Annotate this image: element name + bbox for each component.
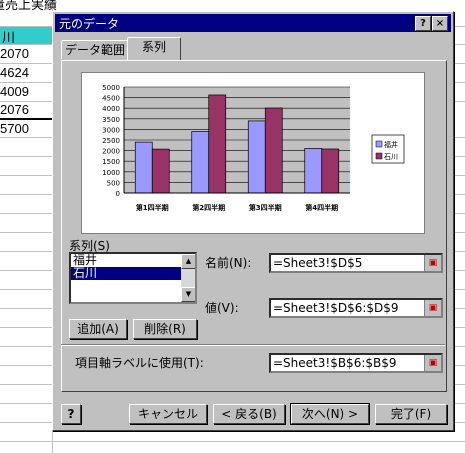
y-tick-label: 0 bbox=[116, 190, 120, 198]
next-button[interactable]: 次へ(N) > bbox=[290, 403, 370, 425]
sheet-title: 量売上実績 bbox=[0, 0, 58, 13]
y-tick-label: 500 bbox=[107, 179, 120, 187]
bar bbox=[134, 141, 153, 194]
separator bbox=[61, 344, 445, 346]
collapse-dialog-icon[interactable]: ▣ bbox=[424, 255, 441, 271]
series-item-ishikawa[interactable]: 石川 bbox=[71, 267, 195, 280]
sheet-cell[interactable]: 2076 bbox=[0, 102, 50, 117]
dialog-title: 元のデータ bbox=[59, 17, 120, 31]
y-tick-label: 2500 bbox=[102, 137, 120, 145]
y-tick-label: 1500 bbox=[102, 158, 120, 166]
cancel-button[interactable]: キャンセル bbox=[129, 404, 207, 424]
tab-series[interactable]: 系列 bbox=[127, 37, 181, 60]
help-icon[interactable]: ? bbox=[61, 404, 81, 424]
bar bbox=[191, 131, 210, 194]
source-data-dialog: 元のデータ ? × データ範囲 系列 0 500 1000 1500 2000 2500 3… bbox=[52, 11, 454, 431]
legend-label: 石川 bbox=[384, 153, 398, 161]
bar bbox=[208, 94, 227, 194]
legend-swatch bbox=[375, 152, 383, 160]
axis-label: 項目軸ラベルに使用(T): bbox=[75, 356, 204, 370]
y-tick-label: 4000 bbox=[102, 105, 120, 113]
scroll-down-icon[interactable]: ▼ bbox=[181, 287, 195, 302]
add-button[interactable]: 追加(A) bbox=[69, 319, 127, 339]
y-tick-label: 3000 bbox=[102, 126, 120, 134]
axis-field-value: =Sheet3!$B$6:$B$9 bbox=[273, 356, 397, 370]
sheet-cell[interactable]: 2070 bbox=[0, 46, 50, 61]
y-tick-label: 4500 bbox=[102, 95, 120, 103]
sheet-cell[interactable]: 4624 bbox=[0, 65, 50, 80]
values-label: 値(V): bbox=[205, 301, 239, 315]
legend-label: 福井 bbox=[384, 140, 398, 149]
bar bbox=[151, 148, 170, 194]
delete-button[interactable]: 削除(R) bbox=[133, 319, 197, 339]
x-tick-label: 第3四半期 bbox=[249, 203, 282, 212]
title-bar: 元のデータ ? × bbox=[55, 14, 451, 32]
back-button[interactable]: < 戻る(B) bbox=[213, 404, 285, 424]
sheet-cell[interactable]: 5700 bbox=[0, 121, 50, 136]
values-field[interactable]: =Sheet3!$D$6:$D$9 ▣ bbox=[269, 298, 443, 318]
column-chart: 0 500 1000 1500 2000 2500 3000 3500 4000 4500 5000… bbox=[102, 84, 405, 212]
bar bbox=[247, 120, 266, 194]
x-tick-label: 第4四半期 bbox=[305, 203, 338, 212]
sheet-cell[interactable]: 4009 bbox=[0, 84, 50, 99]
axis-label-field[interactable]: =Sheet3!$B$6:$B$9 ▣ bbox=[269, 353, 443, 373]
y-tick-label: 2000 bbox=[102, 148, 120, 156]
values-field-value: =Sheet3!$D$6:$D$9 bbox=[273, 301, 399, 315]
listbox-scrollbar[interactable]: ▲ ▼ bbox=[181, 254, 195, 302]
y-tick-label: 5000 bbox=[102, 84, 120, 92]
chart-preview: 0 500 1000 1500 2000 2500 3000 3500 4000 4500 5000… bbox=[81, 72, 425, 234]
bar bbox=[264, 107, 283, 194]
help-title-button[interactable]: ? bbox=[415, 16, 431, 31]
tab-data-range[interactable]: データ範囲 bbox=[61, 40, 129, 59]
bar bbox=[304, 148, 323, 194]
x-tick-label: 第2四半期 bbox=[192, 203, 225, 212]
series-listbox[interactable]: 福井 石川 ▲ ▼ bbox=[69, 252, 197, 304]
finish-button[interactable]: 完了(F) bbox=[375, 404, 447, 424]
name-label: 名前(N): bbox=[205, 256, 252, 270]
name-field-value: =Sheet3!$D$5 bbox=[273, 256, 363, 270]
y-tick-label: 1000 bbox=[102, 169, 120, 177]
x-tick-label: 第1四半期 bbox=[136, 203, 169, 212]
close-button[interactable]: × bbox=[432, 16, 448, 31]
bar bbox=[321, 148, 340, 194]
collapse-dialog-icon[interactable]: ▣ bbox=[424, 300, 441, 316]
legend-swatch bbox=[375, 140, 383, 148]
scroll-up-icon[interactable]: ▲ bbox=[181, 254, 195, 269]
header-cell: 川 bbox=[0, 26, 52, 46]
name-field[interactable]: =Sheet3!$D$5 ▣ bbox=[269, 253, 443, 273]
collapse-dialog-icon[interactable]: ▣ bbox=[424, 355, 441, 371]
y-tick-label: 3500 bbox=[102, 116, 120, 124]
